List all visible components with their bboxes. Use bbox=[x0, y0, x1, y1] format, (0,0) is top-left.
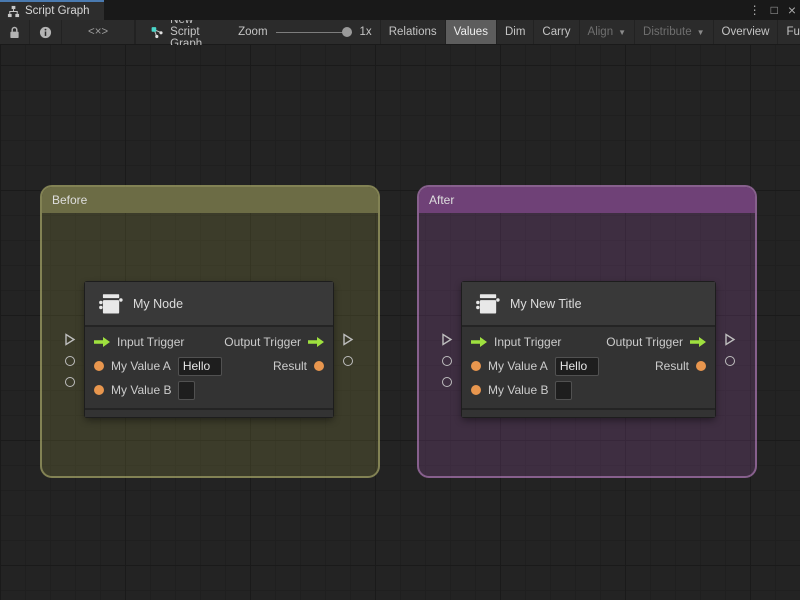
external-value-port-left[interactable] bbox=[65, 377, 75, 387]
relations-button[interactable]: Relations bbox=[381, 20, 446, 44]
group-header[interactable]: After bbox=[419, 187, 755, 213]
external-value-port-right[interactable] bbox=[343, 356, 353, 366]
overview-button[interactable]: Overview bbox=[714, 20, 779, 44]
script-graph-tree-icon bbox=[7, 5, 20, 18]
port-result[interactable]: Result bbox=[273, 359, 324, 373]
value-port-icon bbox=[314, 361, 324, 371]
node-footer bbox=[85, 408, 333, 417]
port-value-a[interactable]: My Value A bbox=[94, 356, 222, 376]
port-output-trigger[interactable]: Output Trigger bbox=[606, 335, 706, 349]
zoom-label: Zoom bbox=[238, 26, 268, 38]
port-input-trigger[interactable]: Input Trigger bbox=[471, 335, 561, 349]
external-value-port-left[interactable] bbox=[442, 356, 452, 366]
zoom-value: 1x bbox=[359, 26, 372, 38]
value-port-icon bbox=[471, 385, 481, 395]
kebab-menu-icon[interactable]: ⋮ bbox=[749, 0, 761, 20]
external-value-port-left[interactable] bbox=[65, 356, 75, 366]
chevron-down-icon: ▼ bbox=[696, 27, 705, 37]
port-output-trigger[interactable]: Output Trigger bbox=[224, 335, 324, 349]
tab-script-graph[interactable]: Script Graph bbox=[0, 0, 104, 20]
value-port-icon bbox=[94, 361, 104, 371]
exec-arrow-icon bbox=[471, 337, 487, 347]
zoom-slider-handle[interactable] bbox=[341, 27, 352, 37]
node-my-node[interactable]: My Node Input Trigger Output Trigger My … bbox=[65, 282, 354, 417]
node-title: My New Title bbox=[510, 296, 582, 311]
port-value-a[interactable]: My Value A bbox=[471, 356, 599, 376]
unit-icon bbox=[97, 291, 124, 317]
zoom-slider-track[interactable] bbox=[275, 31, 352, 33]
node-body: Input Trigger Output Trigger My Value A … bbox=[85, 327, 333, 406]
exec-arrow-icon bbox=[308, 337, 324, 347]
zoom-control: Zoom 1x bbox=[230, 20, 381, 44]
close-icon[interactable]: × bbox=[788, 0, 796, 20]
external-value-port-left[interactable] bbox=[442, 377, 452, 387]
code-icon: <×> bbox=[88, 26, 109, 38]
node-my-new-title[interactable]: My New Title Input Trigger Output Trigge… bbox=[442, 282, 736, 417]
external-trigger-port-left[interactable] bbox=[64, 333, 76, 346]
value-b-input[interactable] bbox=[555, 380, 573, 400]
value-a-input[interactable] bbox=[177, 356, 222, 376]
dim-button[interactable]: Dim bbox=[497, 20, 535, 44]
tab-title: Script Graph bbox=[25, 5, 90, 17]
external-trigger-port-left[interactable] bbox=[441, 333, 453, 346]
value-port-icon bbox=[94, 385, 104, 395]
node-header[interactable]: My New Title bbox=[462, 282, 715, 327]
exec-arrow-icon bbox=[94, 337, 110, 347]
inspect-button[interactable] bbox=[30, 20, 62, 44]
unit-icon bbox=[474, 291, 501, 317]
exec-arrow-icon bbox=[690, 337, 706, 347]
group-header[interactable]: Before bbox=[42, 187, 378, 213]
node-body: Input Trigger Output Trigger My Value A … bbox=[462, 327, 715, 406]
lock-icon bbox=[9, 26, 20, 39]
node-title: My Node bbox=[133, 296, 184, 311]
values-button[interactable]: Values bbox=[445, 20, 497, 44]
window-tab-bar: Script Graph ⋮ □ × bbox=[0, 0, 800, 20]
graph-name-label: New Script Graph bbox=[136, 14, 212, 50]
graph-canvas[interactable]: Before After My Node Input Trigger Outpu… bbox=[0, 45, 800, 600]
code-preview-button[interactable]: <×> bbox=[62, 20, 136, 44]
port-result[interactable]: Result bbox=[655, 359, 706, 373]
external-trigger-port-right[interactable] bbox=[342, 333, 354, 346]
value-a-input[interactable] bbox=[554, 356, 599, 376]
distribute-dropdown[interactable]: Distribute ▼ bbox=[635, 20, 714, 44]
chevron-down-icon: ▼ bbox=[618, 27, 627, 37]
graph-toolbar: <×> New Script Graph Zoom 1x Relations V… bbox=[0, 14, 800, 50]
graph-node-icon bbox=[150, 26, 164, 39]
zoom-slider[interactable] bbox=[275, 25, 352, 39]
value-b-input[interactable] bbox=[178, 380, 196, 400]
port-value-b[interactable]: My Value B bbox=[471, 380, 573, 400]
align-dropdown[interactable]: Align ▼ bbox=[580, 20, 636, 44]
port-input-trigger[interactable]: Input Trigger bbox=[94, 335, 184, 349]
info-icon bbox=[39, 26, 52, 39]
node-header[interactable]: My Node bbox=[85, 282, 333, 327]
value-port-icon bbox=[696, 361, 706, 371]
lock-button[interactable] bbox=[0, 20, 30, 44]
group-label: After bbox=[429, 193, 455, 207]
port-value-b[interactable]: My Value B bbox=[94, 380, 196, 400]
maximize-icon[interactable]: □ bbox=[771, 0, 778, 20]
carry-button[interactable]: Carry bbox=[534, 20, 580, 44]
group-label: Before bbox=[52, 193, 88, 207]
node-footer bbox=[462, 408, 715, 417]
external-value-port-right[interactable] bbox=[725, 356, 735, 366]
external-trigger-port-right[interactable] bbox=[724, 333, 736, 346]
value-port-icon bbox=[471, 361, 481, 371]
full-screen-button[interactable]: Full Screen bbox=[778, 20, 800, 44]
